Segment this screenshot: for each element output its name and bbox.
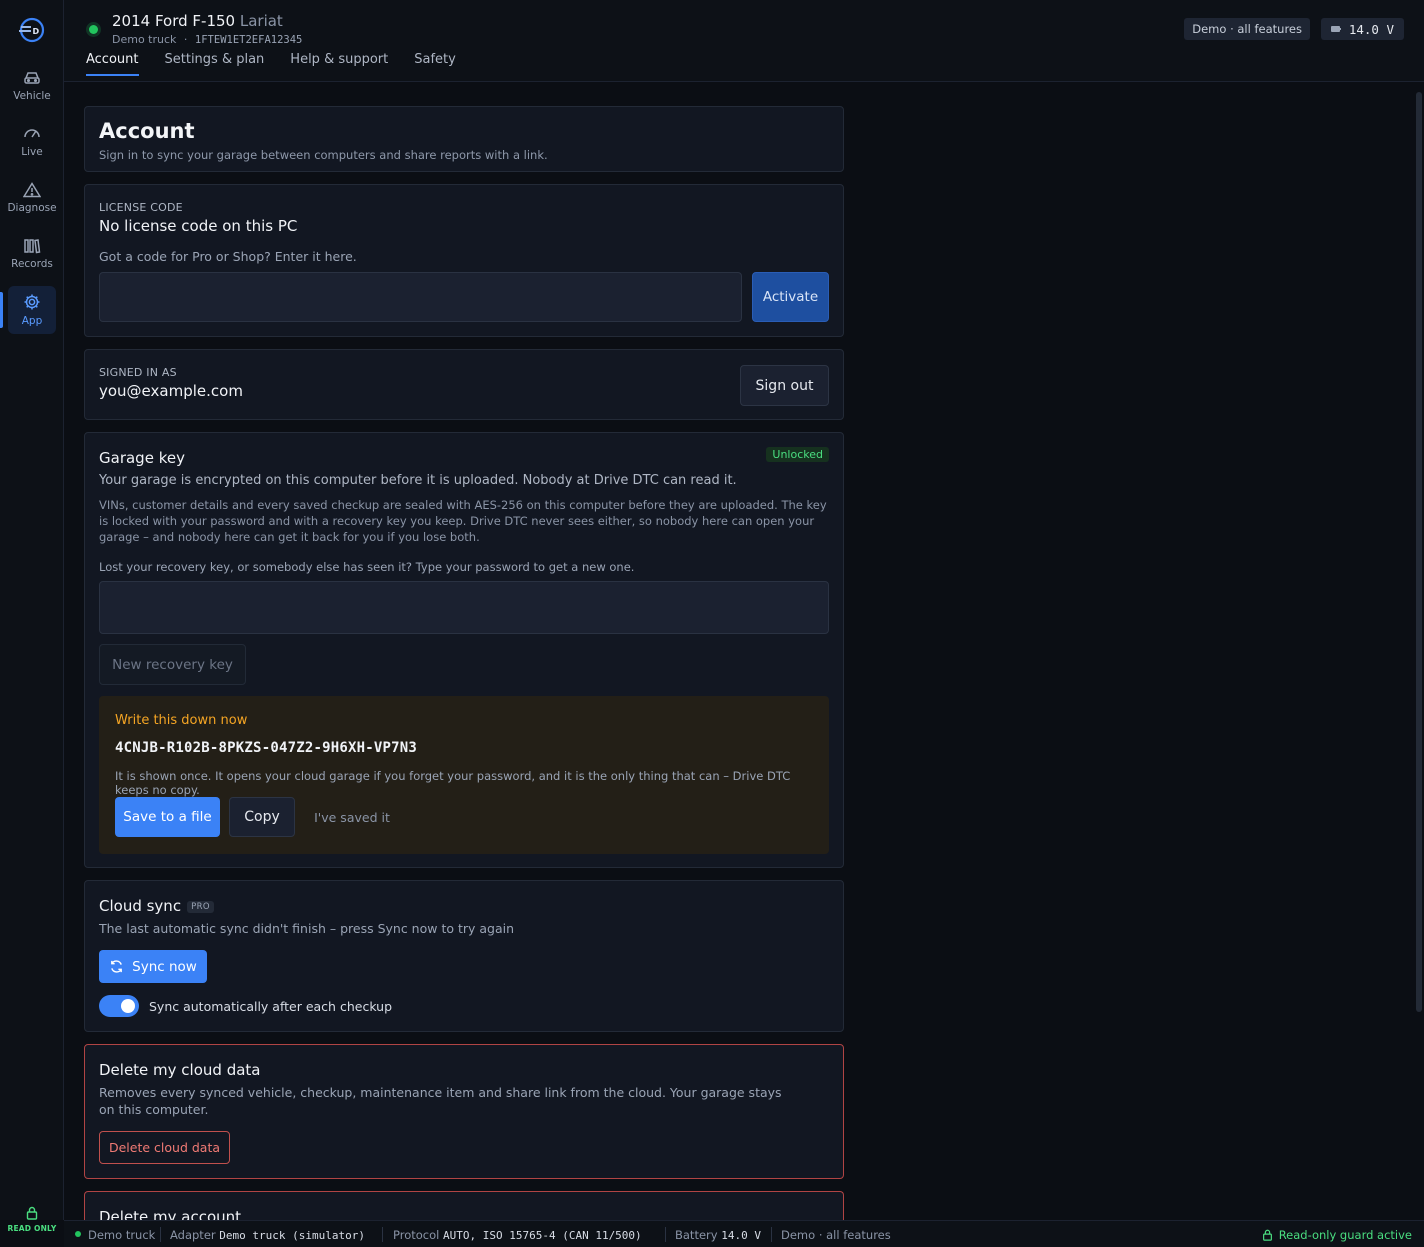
lock-icon (1262, 1229, 1272, 1241)
warning-icon (23, 182, 41, 198)
license-caption: LICENSE CODE (99, 201, 183, 214)
page-subtitle: Sign in to sync your garage between comp… (99, 148, 548, 162)
status-mode: Demo · all features (781, 1228, 891, 1242)
cloud-sync-status: The last automatic sync didn't finish – … (99, 921, 515, 936)
status-battery: Battery 14.0 V (675, 1228, 761, 1242)
status-protocol: Protocol AUTO, ISO 15765-4 (CAN 11/500) (393, 1228, 642, 1242)
page-title: Account (99, 119, 195, 143)
status-bar: Demo truck Adapter Demo truck (simulator… (64, 1220, 1424, 1247)
sidebar-item-label: Records (11, 258, 53, 270)
battery-icon (1330, 26, 1341, 32)
garage-key-title: Garage key (99, 449, 185, 467)
save-to-file-button[interactable]: Save to a file (115, 797, 220, 837)
sync-now-button[interactable]: Sync now (99, 950, 207, 983)
status-adapter: Adapter Demo truck (simulator) (170, 1228, 365, 1242)
vehicle-vin: 1FTEW1ET2EFA12345 (194, 34, 303, 46)
refresh-icon (111, 960, 123, 973)
cloud-sync-title: Cloud sync PRO (99, 897, 214, 915)
delete-cloud-title: Delete my cloud data (99, 1061, 261, 1079)
license-prompt: Got a code for Pro or Shop? Enter it her… (99, 249, 357, 264)
app-logo-icon[interactable]: D (18, 16, 46, 44)
books-icon (24, 239, 41, 254)
sign-out-button[interactable]: Sign out (740, 365, 829, 406)
vehicle-label: Demo truck (112, 33, 177, 46)
scrollbar-thumb[interactable] (1416, 92, 1422, 1012)
pro-badge: PRO (187, 901, 214, 913)
delete-cloud-description: Removes every synced vehicle, checkup, m… (99, 1085, 782, 1117)
read-only-guard: Read-only guard active (1262, 1228, 1412, 1242)
gauge-icon (24, 129, 40, 138)
sidebar-item-label: Diagnose (7, 202, 57, 214)
demo-mode-badge: Demo · all features (1184, 18, 1310, 40)
license-status: No license code on this PC (99, 217, 298, 235)
sidebar-item-app[interactable]: App (0, 286, 56, 334)
license-code-input[interactable] (99, 272, 742, 322)
copy-button[interactable]: Copy (229, 797, 295, 837)
car-icon (24, 72, 40, 84)
garage-key-details: VINs, customer details and every saved c… (99, 498, 827, 544)
recovery-key-warning: Write this down now 4CNJB-R102B-8PKZS-04… (99, 696, 829, 854)
scrollbar[interactable] (1416, 90, 1422, 1220)
warning-title: Write this down now (115, 713, 248, 728)
tab-settings-plan[interactable]: Settings & plan (165, 52, 265, 76)
delete-account-title: Delete my account (99, 1208, 242, 1220)
sidebar-item-records[interactable]: Records (8, 230, 56, 278)
signed-in-card: SIGNED IN AS you@example.com Sign out (84, 349, 844, 420)
vehicle-title: 2014 Ford F-150 Lariat (112, 12, 283, 30)
tab-help-support[interactable]: Help & support (290, 52, 388, 76)
status-vehicle: Demo truck (88, 1228, 156, 1242)
recovery-key-value: 4CNJB-R102B-8PKZS-047Z2-9H6XH-VP7N3 (115, 740, 418, 756)
password-input[interactable] (99, 581, 829, 634)
connection-status-dot (89, 25, 98, 34)
garage-key-summary: Your garage is encrypted on this compute… (99, 473, 737, 488)
top-header: 2014 Ford F-150 Lariat Demo truck · 1FTE… (64, 0, 1424, 82)
svg-text:D: D (33, 27, 40, 36)
sidebar-item-label: Vehicle (13, 90, 51, 102)
sidebar-item-label: App (21, 315, 43, 327)
sidebar: D Vehicle Live Diagnose Records App READ… (0, 0, 64, 1233)
signed-in-email: you@example.com (99, 382, 243, 400)
sidebar-item-diagnose[interactable]: Diagnose (7, 174, 57, 222)
auto-sync-label: Sync automatically after each checkup (149, 999, 393, 1014)
sidebar-item-live[interactable]: Live (8, 118, 56, 166)
garage-key-card: Garage key Unlocked Your garage is encry… (84, 432, 844, 868)
saved-it-button[interactable]: I've saved it (303, 797, 401, 837)
warning-note: It is shown once. It opens your cloud ga… (115, 769, 791, 797)
vehicle-trim: Lariat (239, 12, 283, 30)
lock-icon (26, 1206, 38, 1220)
unlocked-badge: Unlocked (766, 447, 829, 462)
delete-cloud-data-button[interactable]: Delete cloud data (99, 1131, 230, 1164)
tab-account[interactable]: Account (86, 52, 139, 76)
sidebar-item-label: Live (21, 146, 43, 158)
delete-account-card: Delete my account (84, 1191, 844, 1220)
activate-button[interactable]: Activate (752, 272, 829, 322)
sidebar-item-vehicle[interactable]: Vehicle (8, 62, 56, 110)
tab-safety[interactable]: Safety (414, 52, 456, 76)
auto-sync-toggle[interactable] (99, 995, 139, 1017)
account-card: Account Sign in to sync your garage betw… (84, 106, 844, 172)
license-card: LICENSE CODE No license code on this PC … (84, 184, 844, 337)
tab-bar: Account Settings & plan Help & support S… (86, 52, 456, 76)
recovery-prompt: Lost your recovery key, or somebody else… (99, 560, 635, 574)
delete-cloud-data-card: Delete my cloud data Removes every synce… (84, 1044, 844, 1179)
cloud-sync-card: Cloud sync PRO The last automatic sync di… (84, 880, 844, 1032)
vehicle-subtitle: Demo truck · 1FTEW1ET2EFA12345 (112, 33, 303, 46)
new-recovery-key-button[interactable]: New recovery key (99, 644, 246, 685)
gear-icon (24, 294, 40, 310)
voltage-badge: 14.0 V (1320, 18, 1404, 40)
status-connection-dot (75, 1231, 81, 1237)
read-only-indicator: READ ONLY (0, 1206, 64, 1233)
signed-in-caption: SIGNED IN AS (99, 366, 177, 379)
